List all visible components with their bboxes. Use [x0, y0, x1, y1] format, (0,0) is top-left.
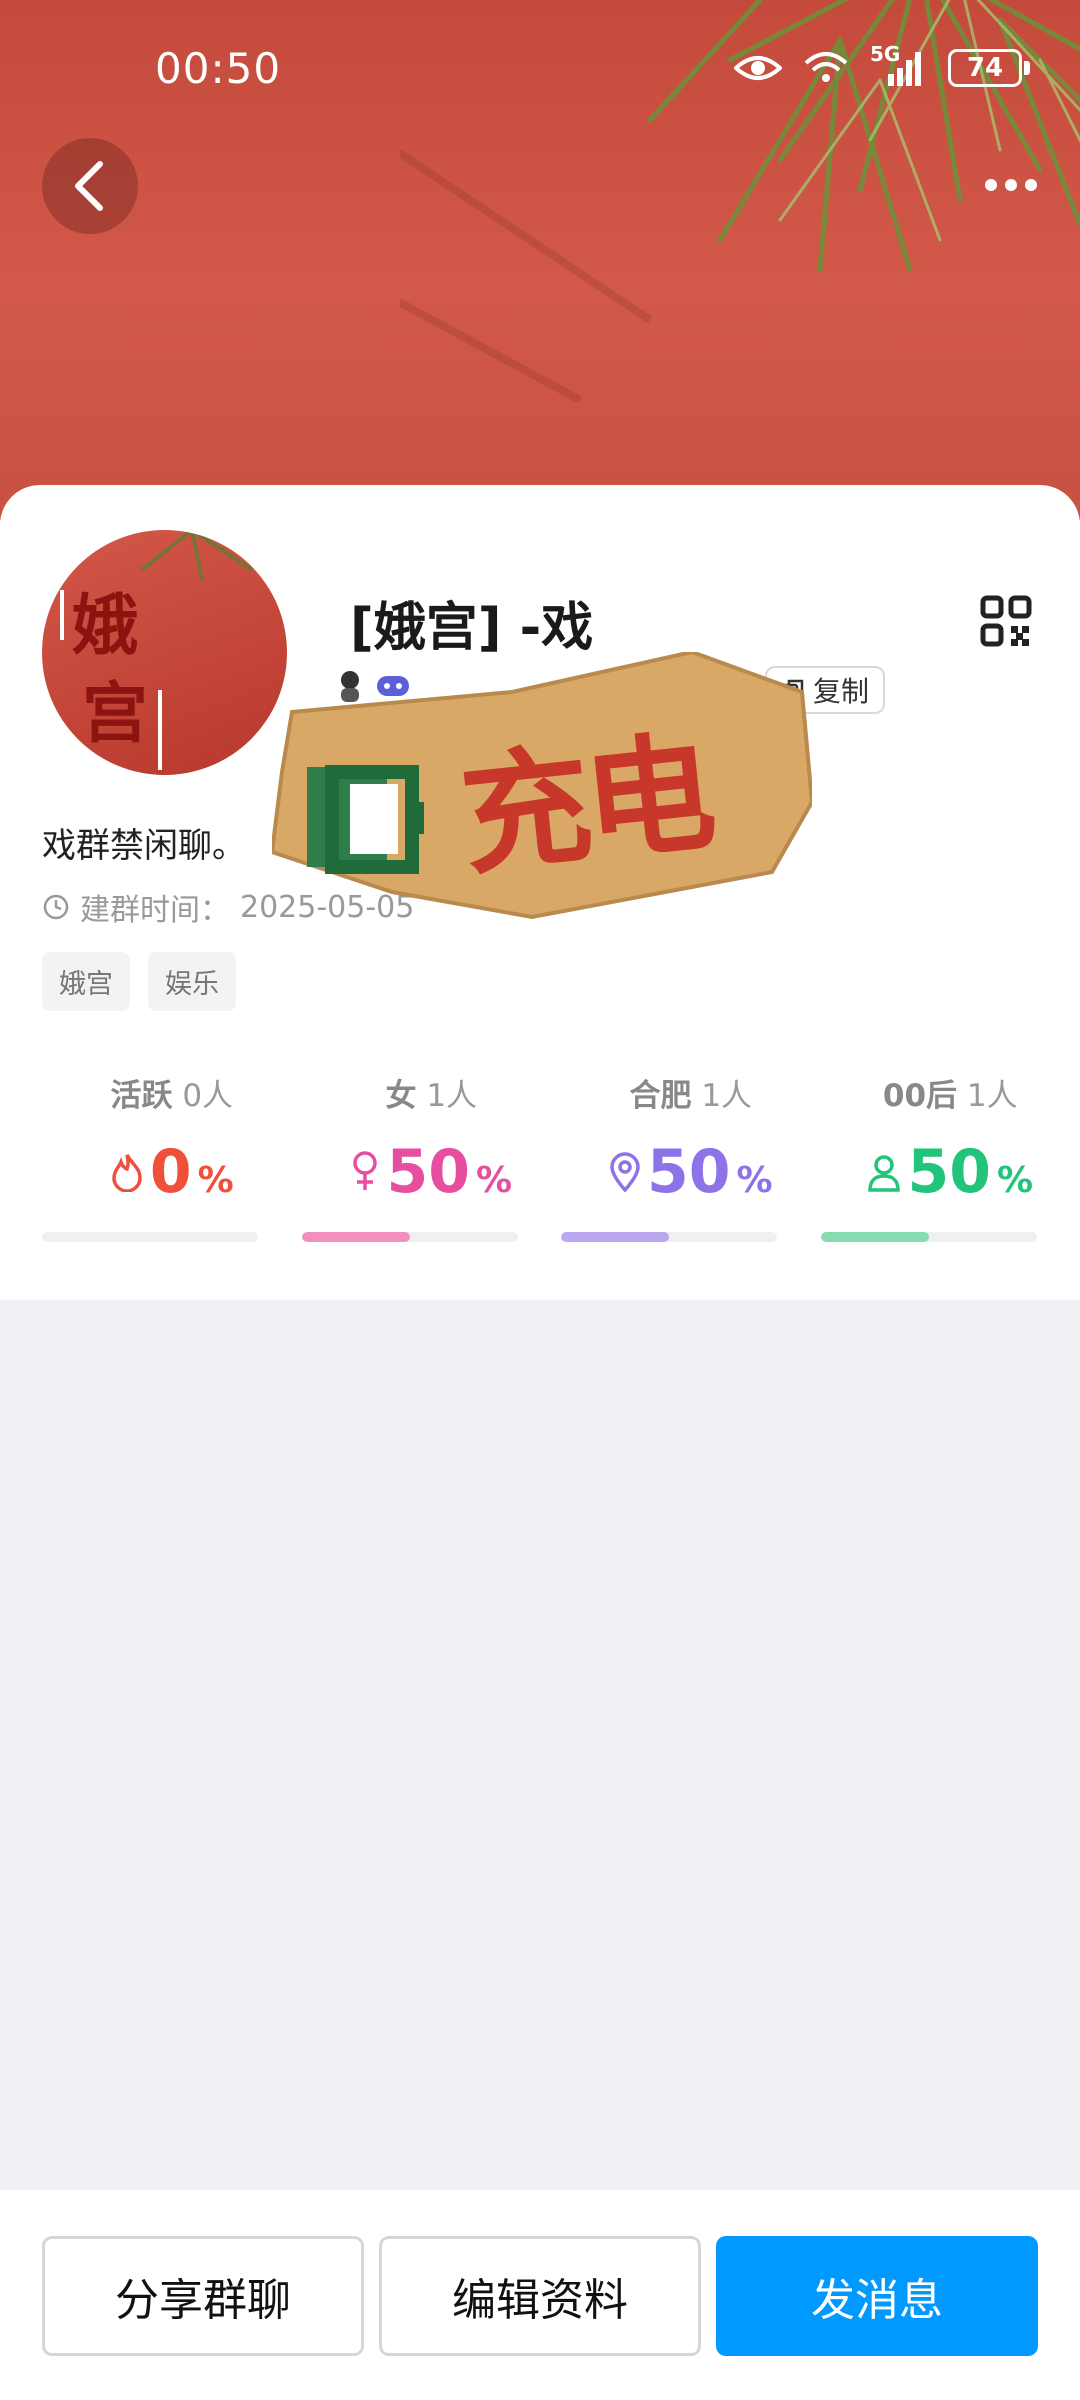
stat-progress-bar [42, 1232, 258, 1242]
group-description: 戏群禁闲聊。 [42, 826, 246, 866]
created-label: 建群时间： [80, 893, 230, 928]
eye-icon [734, 56, 782, 80]
stat-count: 0人 [182, 1078, 234, 1114]
battery-level: 74 [948, 49, 1022, 87]
location-pin-icon [610, 1152, 640, 1192]
stat-unit: % [996, 1160, 1034, 1201]
back-button[interactable] [42, 138, 138, 234]
status-bar: 00:50 5G 74 [0, 0, 1080, 140]
stat-gender: 女 1人 50 % [301, 1070, 562, 1250]
stat-active: 活跃 0人 0 % [42, 1070, 302, 1250]
stat-value: 50 [907, 1137, 991, 1207]
stat-label: 00后 [882, 1078, 958, 1114]
avatar-char-2: 宫 [82, 674, 148, 752]
status-time: 00:50 [155, 44, 282, 93]
stat-unit: % [475, 1160, 513, 1201]
avatar-char-1: 娥 [72, 586, 138, 664]
tag-item[interactable]: 娱乐 [148, 952, 236, 1011]
stat-value: 50 [386, 1137, 470, 1207]
stat-progress-fill [820, 1232, 929, 1242]
person-icon [868, 1155, 901, 1192]
stat-progress-fill [561, 1232, 669, 1242]
group-name: [娥宫] -戏 [350, 598, 594, 658]
stat-progress-fill [301, 1232, 410, 1242]
cellular-signal-icon: 5G [870, 42, 926, 88]
stat-count: 1人 [701, 1078, 753, 1114]
stat-label: 女 [385, 1078, 417, 1114]
share-group-button[interactable]: 分享群聊 [42, 2236, 364, 2356]
stat-label: 合肥 [629, 1078, 692, 1114]
tag-list: 娥宫 娱乐 [42, 952, 236, 1011]
stat-count: 1人 [966, 1078, 1018, 1114]
stat-value: 0 [149, 1137, 192, 1207]
tag-item[interactable]: 娥宫 [42, 952, 130, 1011]
wifi-icon [804, 52, 848, 82]
copy-label: 复制 [813, 675, 870, 708]
status-icons: 5G 74 [734, 42, 1030, 88]
stat-progress-bar [561, 1232, 777, 1242]
female-icon [353, 1151, 378, 1190]
clock-icon [43, 894, 69, 920]
more-button[interactable] [976, 160, 1046, 210]
more-horizontal-icon [985, 179, 1037, 191]
group-avatar[interactable]: 娥 宫 [42, 530, 287, 775]
stat-unit: % [736, 1160, 773, 1201]
member-stats: 活跃 0人 0 % 女 1人 50 % 合肥 1人 50 % 00后 1人 50… [0, 1070, 1080, 1250]
stat-location: 合肥 1人 50 % [561, 1070, 821, 1250]
stat-value: 50 [646, 1137, 731, 1207]
stat-progress-bar [301, 1232, 518, 1242]
send-message-button[interactable]: 发消息 [716, 2236, 1038, 2356]
stat-label: 活跃 [110, 1078, 173, 1114]
battery-indicator: 74 [948, 49, 1030, 87]
battery-sticker-icon [307, 765, 424, 874]
edit-profile-button[interactable]: 编辑资料 [379, 2236, 701, 2356]
stat-age: 00后 1人 50 % [820, 1070, 1080, 1250]
stat-count: 1人 [426, 1078, 478, 1114]
stat-unit: % [197, 1160, 234, 1201]
flame-icon [112, 1154, 142, 1192]
sticker-text: 充电 [453, 715, 717, 894]
qr-code-icon[interactable] [980, 595, 1032, 647]
stat-progress-bar [820, 1232, 1037, 1242]
chevron-left-icon [75, 161, 103, 211]
